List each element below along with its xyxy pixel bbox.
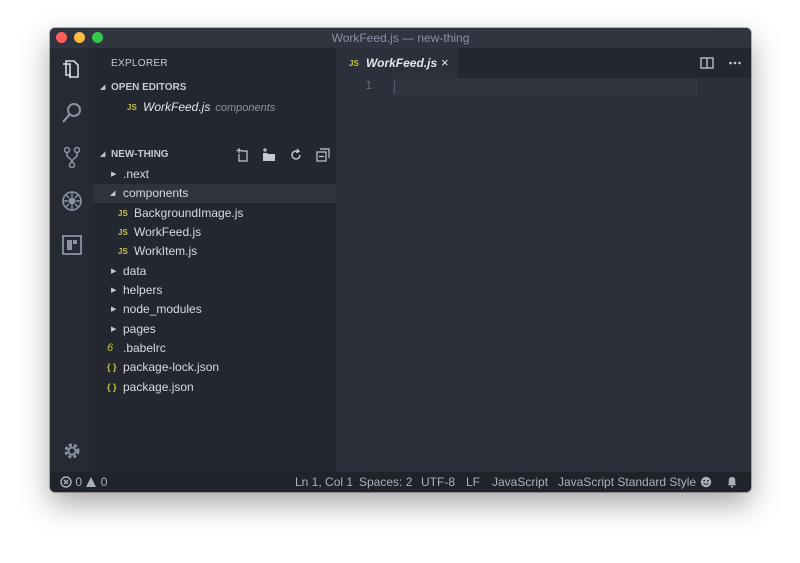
tree-item-label: pages (123, 322, 156, 336)
open-editor-item[interactable]: JS WorkFeed.js components (94, 98, 336, 117)
code-editor[interactable]: 1 (336, 78, 751, 472)
more-actions-icon[interactable] (728, 56, 742, 70)
tree-file-package-lock[interactable]: { } package-lock.json (94, 358, 336, 377)
debug-icon[interactable] (60, 189, 84, 213)
title-bar: WorkFeed.js — new-thing (50, 28, 751, 48)
chevron-right-icon: ▶ (111, 287, 117, 294)
minimize-window-button[interactable] (74, 32, 85, 43)
tree-folder-node-modules[interactable]: ▶ node_modules (94, 300, 336, 319)
chevron-right-icon: ▶ (111, 306, 117, 313)
text-cursor (394, 80, 395, 94)
chevron-right-icon: ▶ (111, 171, 117, 178)
source-control-icon[interactable] (60, 145, 84, 169)
split-editor-icon[interactable] (700, 56, 714, 70)
open-editor-description: components (215, 102, 276, 114)
window-title: WorkFeed.js — new-thing (331, 31, 470, 45)
js-file-icon: JS (118, 247, 128, 256)
project-title: NEW-THING (111, 149, 169, 160)
tree-item-label: WorkFeed.js (134, 225, 202, 239)
chevron-down-icon: ◢ (100, 84, 106, 91)
new-folder-icon[interactable] (262, 148, 276, 162)
settings-gear-icon[interactable] (60, 439, 84, 463)
tree-item-label: WorkItem.js (134, 244, 198, 258)
explorer-actions (226, 148, 330, 162)
search-icon[interactable] (60, 101, 84, 125)
close-icon[interactable]: × (441, 55, 449, 70)
end-of-line[interactable]: LF (466, 472, 480, 492)
language-mode[interactable]: JavaScript (492, 472, 548, 492)
tree-item-label: BackgroundImage.js (134, 206, 244, 220)
chevron-down-icon: ◢ (110, 190, 116, 197)
open-editor-name: WorkFeed.js (143, 100, 211, 114)
tab-workfeed[interactable]: JS WorkFeed.js × (336, 48, 458, 78)
babel-icon: 6 (107, 342, 114, 354)
feedback-smiley-icon[interactable] (700, 472, 712, 492)
tree-file-workitem[interactable]: JS WorkItem.js (94, 242, 336, 261)
open-editors-section[interactable]: ◢ OPEN EDITORS (94, 79, 336, 97)
encoding[interactable]: UTF-8 (421, 472, 455, 492)
tree-folder-data[interactable]: ▶ data (94, 262, 336, 281)
tree-file-workfeed[interactable]: JS WorkFeed.js (94, 223, 336, 242)
chevron-down-icon: ◢ (100, 151, 106, 158)
tree-item-label: node_modules (123, 302, 202, 316)
collapse-all-icon[interactable] (316, 148, 330, 162)
open-editors-title: OPEN EDITORS (111, 82, 187, 93)
error-count: 0 (75, 475, 83, 489)
warning-icon (86, 477, 97, 487)
tree-folder-components[interactable]: ◢ components (94, 184, 336, 203)
warning-count: 0 (100, 475, 108, 489)
editor-window: WorkFeed.js — new-thing EXPLORER ◢ OPEN … (50, 28, 751, 492)
tree-item-label: .babelrc (123, 341, 166, 355)
tree-file-backgroundimage[interactable]: JS BackgroundImage.js (94, 204, 336, 223)
new-file-icon[interactable] (236, 148, 250, 162)
cursor-position[interactable]: Ln 1, Col 1 (295, 472, 353, 492)
tree-file-package[interactable]: { } package.json (94, 378, 336, 397)
json-file-icon: { } (107, 362, 117, 372)
activity-bar (50, 48, 94, 472)
linter-status[interactable]: JavaScript Standard Style (558, 472, 696, 492)
tree-item-label: helpers (123, 283, 163, 297)
line-number: 1 (365, 79, 372, 92)
tree-item-label: package.json (123, 380, 194, 394)
tab-label: WorkFeed.js (366, 56, 438, 70)
tree-folder-helpers[interactable]: ▶ helpers (94, 281, 336, 300)
json-file-icon: { } (107, 382, 117, 392)
project-section[interactable]: ◢ NEW-THING (94, 146, 336, 164)
js-file-icon: JS (118, 209, 128, 218)
indentation[interactable]: Spaces: 2 (359, 472, 412, 492)
current-line-highlight (392, 79, 698, 95)
tree-item-label: data (123, 264, 147, 278)
chevron-right-icon: ▶ (111, 268, 117, 275)
close-window-button[interactable] (56, 32, 67, 43)
tree-folder-next[interactable]: ▶ .next (94, 165, 336, 184)
explorer-sidebar: EXPLORER ◢ OPEN EDITORS JS WorkFeed.js co… (94, 48, 336, 472)
extensions-icon[interactable] (60, 233, 84, 257)
tree-item-label: .next (123, 167, 150, 181)
tree-item-label: package-lock.json (123, 360, 220, 374)
tab-bar: JS WorkFeed.js × (336, 48, 751, 78)
files-icon[interactable] (60, 57, 84, 81)
tree-file-babelrc[interactable]: 6 .babelrc (94, 339, 336, 358)
notifications-bell-icon[interactable] (726, 472, 738, 492)
maximize-window-button[interactable] (92, 32, 103, 43)
error-icon (60, 476, 72, 488)
refresh-icon[interactable] (289, 148, 303, 162)
status-bar: 0 0 Ln 1, Col 1 Spaces: 2 UTF-8 LF JavaS… (50, 472, 751, 492)
js-file-icon: JS (349, 59, 359, 68)
tree-item-label: components (123, 186, 189, 200)
problems-indicator[interactable]: 0 0 (60, 472, 107, 492)
explorer-header: EXPLORER (111, 58, 168, 69)
chevron-right-icon: ▶ (111, 326, 117, 333)
tree-folder-pages[interactable]: ▶ pages (94, 320, 336, 339)
js-file-icon: JS (127, 103, 137, 112)
js-file-icon: JS (118, 228, 128, 237)
